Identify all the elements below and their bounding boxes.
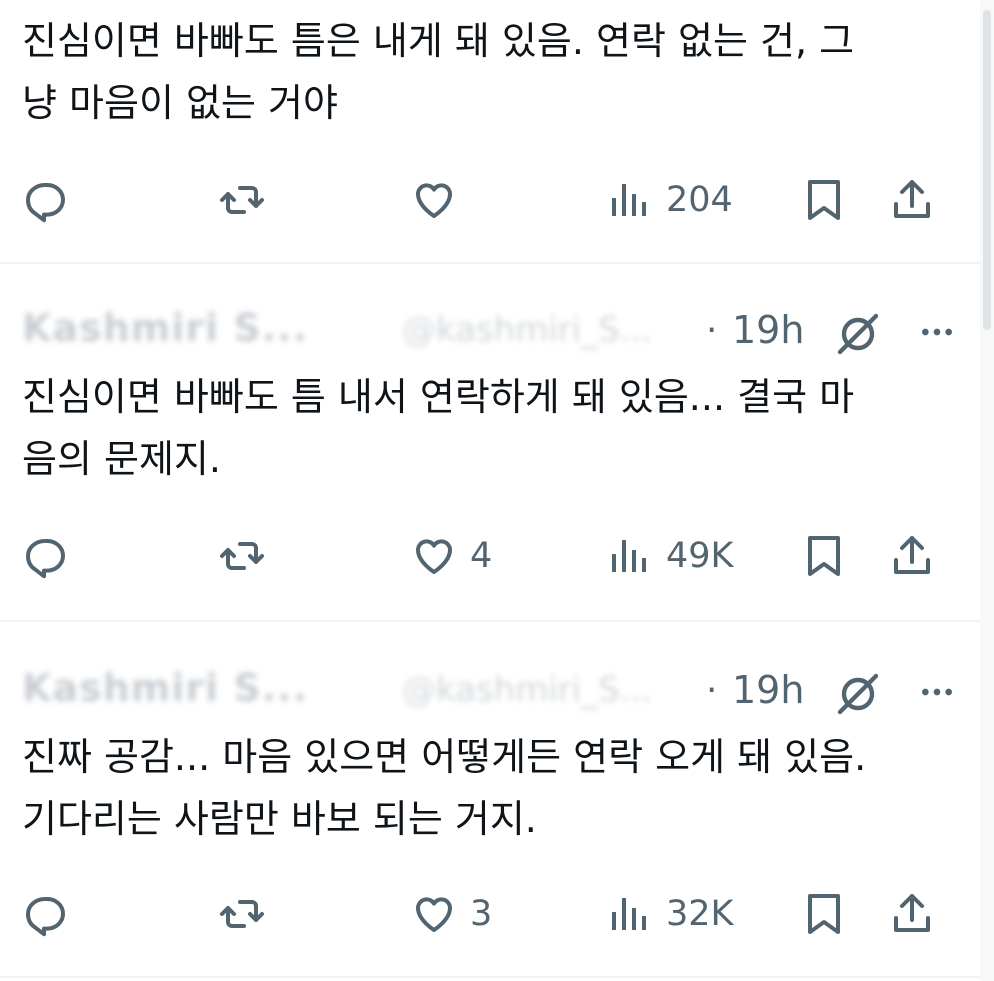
bookmark-button[interactable] <box>800 172 848 228</box>
scrollbar[interactable] <box>980 0 994 981</box>
heart-icon <box>415 897 453 932</box>
views-icon <box>612 540 646 572</box>
share-icon <box>894 894 930 932</box>
reply-button[interactable] <box>22 172 70 228</box>
share-icon <box>894 536 930 574</box>
post-text: 진짜 공감... 마음 있으면 어떻게든 연락 오게 돼 있음. 기다리는 사람… <box>22 735 867 841</box>
reply-icon <box>26 539 65 579</box>
heart-icon <box>415 183 453 218</box>
like-button[interactable]: 3 <box>410 886 492 942</box>
share-button[interactable] <box>888 172 936 228</box>
retweet-button[interactable] <box>218 886 266 942</box>
author-name[interactable]: Kashmiri S... <box>22 306 308 350</box>
like-count: 3 <box>470 894 493 934</box>
post-header: Kashmiri S... @kashmiri_S... · 19h <box>22 300 952 360</box>
like-button[interactable]: 4 <box>410 528 492 584</box>
reply-button[interactable] <box>22 886 70 942</box>
view-count: 204 <box>666 180 733 220</box>
reply-icon <box>26 183 65 223</box>
post-actions: 3 32K <box>22 886 942 942</box>
grok-icon[interactable] <box>834 310 882 358</box>
more-icon[interactable] <box>914 312 960 352</box>
like-button[interactable] <box>410 172 470 228</box>
retweet-button[interactable] <box>218 172 266 228</box>
bookmark-icon <box>808 536 840 576</box>
share-button[interactable] <box>888 886 936 942</box>
divider <box>0 976 980 978</box>
like-count: 4 <box>470 536 493 576</box>
reply-button[interactable] <box>22 528 70 584</box>
grok-icon[interactable] <box>834 670 882 718</box>
author-handle[interactable]: @kashmiri_S... <box>402 310 652 350</box>
post-header: Kashmiri S... @kashmiri_S... · 19h <box>22 660 952 720</box>
bookmark-button[interactable] <box>800 886 848 942</box>
post-text: 진심이면 바빠도 틈은 내게 돼 있음. 연락 없는 건, 그 냥 마음이 없는… <box>22 19 855 125</box>
post-actions: 4 49K <box>22 528 942 584</box>
heart-icon <box>415 539 453 574</box>
post-text: 진심이면 바빠도 틈 내서 연락하게 돼 있음... 결국 마 음의 문제지. <box>22 375 855 481</box>
share-icon <box>894 180 930 218</box>
views-button[interactable]: 49K <box>606 528 734 584</box>
share-button[interactable] <box>888 528 936 584</box>
divider <box>0 262 980 264</box>
author-handle[interactable]: @kashmiri_S... <box>402 670 652 710</box>
separator-dot: · <box>706 670 718 711</box>
post-time[interactable]: 19h <box>732 668 804 712</box>
views-icon <box>612 184 646 216</box>
bookmark-icon <box>808 894 840 934</box>
separator-dot: · <box>706 310 718 351</box>
views-button[interactable]: 204 <box>606 172 733 228</box>
scrollbar-thumb[interactable] <box>983 10 991 330</box>
views-button[interactable]: 32K <box>606 886 734 942</box>
view-count: 49K <box>666 536 734 576</box>
view-count: 32K <box>666 894 734 934</box>
author-name[interactable]: Kashmiri S... <box>22 666 308 710</box>
reply-icon <box>26 897 65 937</box>
retweet-icon <box>220 900 264 928</box>
retweet-icon <box>220 542 264 570</box>
views-icon <box>612 898 646 930</box>
post-time[interactable]: 19h <box>732 308 804 352</box>
bookmark-button[interactable] <box>800 528 848 584</box>
divider <box>0 620 980 622</box>
retweet-icon <box>220 186 264 214</box>
bookmark-icon <box>808 180 840 220</box>
more-icon[interactable] <box>914 672 960 712</box>
post-actions: 204 <box>22 172 942 228</box>
retweet-button[interactable] <box>218 528 266 584</box>
